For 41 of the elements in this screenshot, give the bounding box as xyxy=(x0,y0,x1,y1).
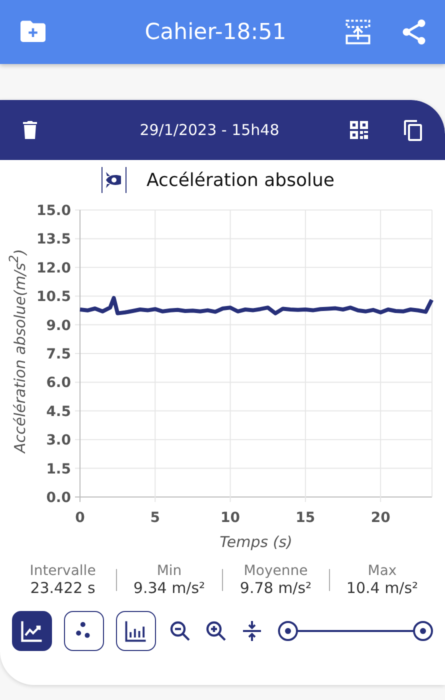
stat-label: Moyenne xyxy=(242,563,309,579)
tray-upload-icon[interactable] xyxy=(343,17,373,47)
y-tick-label: 12.0 xyxy=(36,260,71,276)
record-date: 29/1/2023 - 15h48 xyxy=(138,121,280,139)
stat-value: 23.422 s xyxy=(29,579,96,597)
bar-chart-mode-button[interactable] xyxy=(116,611,156,651)
zoom-out-icon[interactable] xyxy=(168,619,192,643)
x-axis-label: Temps (s) xyxy=(220,533,292,551)
qr-code-icon[interactable] xyxy=(347,118,371,142)
stat-label: Min xyxy=(156,563,183,579)
stat-value: 10.4 m/s² xyxy=(345,579,420,597)
slider-thumb[interactable] xyxy=(413,621,433,641)
y-tick-label: 0.0 xyxy=(46,490,71,506)
y-tick-label: 1.5 xyxy=(46,461,71,478)
chart-title: Accélération absolue xyxy=(146,170,336,190)
line-chart-mode-button[interactable] xyxy=(12,611,52,651)
compress-arrows-icon[interactable] xyxy=(240,619,264,643)
slider-thumb[interactable] xyxy=(278,621,298,641)
stat-value: 9.78 m/s² xyxy=(238,579,313,597)
y-tick-label: 7.5 xyxy=(46,346,71,362)
y-tick-label: 15.0 xyxy=(36,203,71,219)
copy-icon[interactable] xyxy=(401,118,425,142)
stat-label: Max xyxy=(366,563,398,579)
stat-label: Intervalle xyxy=(28,563,97,579)
x-tick-label: 5 xyxy=(150,510,160,526)
x-tick-label: 20 xyxy=(370,510,390,526)
y-tick-label: 9.0 xyxy=(46,318,71,334)
x-tick-label: 10 xyxy=(220,510,240,526)
y-tick-label: 3.0 xyxy=(46,432,71,449)
y-tick-label: 13.5 xyxy=(36,232,71,248)
scatter-mode-button[interactable] xyxy=(64,611,104,651)
range-slider[interactable] xyxy=(278,621,433,641)
app-title: Cahier-18:51 xyxy=(144,20,288,44)
x-tick-label: 15 xyxy=(296,510,316,526)
x-tick-label: 0 xyxy=(75,510,85,526)
zoom-in-icon[interactable] xyxy=(204,619,228,643)
stat-value: 9.34 m/s² xyxy=(132,579,206,597)
rocket-icon xyxy=(100,167,127,193)
y-tick-label: 10.5 xyxy=(36,289,71,306)
y-tick-label: 6.0 xyxy=(46,375,71,392)
y-tick-label: 4.5 xyxy=(46,404,71,420)
